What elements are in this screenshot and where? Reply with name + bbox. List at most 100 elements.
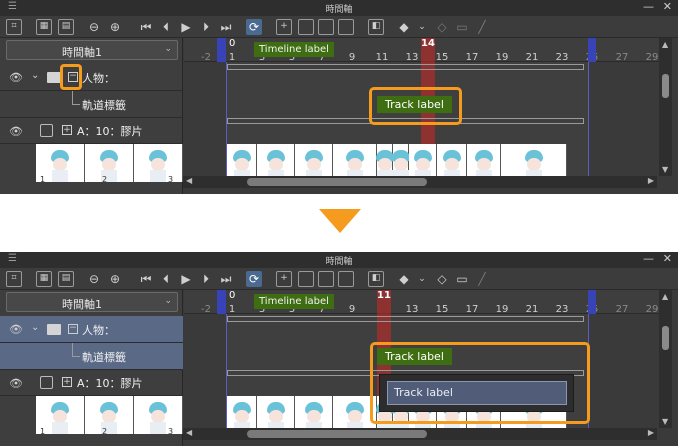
timeline-select-value: 時間軸1 bbox=[62, 298, 102, 311]
scroll-down-icon[interactable]: ▼ bbox=[662, 417, 668, 426]
paste-cel-icon[interactable] bbox=[318, 19, 334, 35]
copy-cel-icon[interactable] bbox=[298, 271, 314, 287]
loop-icon[interactable]: ⟳ bbox=[246, 19, 262, 35]
timeline-panel-before: ☰ 時間軸 — ✕ ⌗ ▦ ▤ ⊖ ⊕ ⏮ ⏴ ▶ ⏵ ⏭ ⟳ + ◧ ◆ ⌄ … bbox=[0, 0, 678, 194]
frame-list-icon[interactable]: ▦ bbox=[36, 19, 52, 35]
add-frame-icon[interactable]: ▤ bbox=[58, 19, 74, 35]
expand-icon[interactable]: + bbox=[62, 125, 72, 135]
zoom-in-icon[interactable]: ⊕ bbox=[107, 19, 123, 35]
new-timeline-icon[interactable]: ⌗ bbox=[6, 19, 22, 35]
collapse-icon[interactable]: − bbox=[68, 324, 78, 334]
expand-icon[interactable]: + bbox=[62, 377, 72, 387]
last-frame-icon[interactable]: ⏭ bbox=[218, 271, 234, 287]
timeline-select[interactable]: 時間軸1 ⌄ bbox=[6, 292, 178, 312]
label-add-icon[interactable]: ◇ bbox=[434, 271, 450, 287]
track-row-label[interactable]: 軌道標籤 bbox=[0, 343, 183, 370]
new-cel-icon[interactable]: + bbox=[276, 271, 292, 287]
ruler-tick-label: 21 bbox=[525, 52, 539, 63]
track-row-folder[interactable]: 👁 ⌄ − 人物： bbox=[0, 316, 183, 343]
loop-icon[interactable]: ⟳ bbox=[246, 271, 262, 287]
add-frame-icon[interactable]: ▤ bbox=[58, 271, 74, 287]
label-delete-icon[interactable]: ╱ bbox=[474, 271, 490, 287]
track-row-label[interactable]: 軌道標籤 bbox=[0, 91, 183, 118]
eye-icon[interactable]: 👁 bbox=[9, 323, 23, 336]
timeline-select[interactable]: 時間軸1 ⌄ bbox=[6, 40, 178, 60]
prev-frame-icon[interactable]: ⏴ bbox=[158, 19, 174, 35]
timeline-label[interactable]: Timeline label bbox=[254, 42, 334, 57]
scroll-left-icon[interactable]: ◀ bbox=[186, 428, 192, 437]
new-cel-icon[interactable]: + bbox=[276, 19, 292, 35]
folder-range-bar bbox=[227, 64, 584, 70]
toolbar: ⌗ ▦ ▤ ⊖ ⊕ ⏮ ⏴ ▶ ⏵ ⏭ ⟳ + ◧ ◆ ⌄ ◇ ▭ ╱ bbox=[0, 16, 678, 38]
scroll-thumb[interactable] bbox=[247, 178, 427, 186]
scroll-up-icon[interactable]: ▲ bbox=[662, 292, 668, 301]
ruler-tick-label: 19 bbox=[495, 52, 509, 63]
timeline-label[interactable]: Timeline label bbox=[254, 294, 334, 309]
vertical-scrollbar[interactable]: ▲ ▼ bbox=[659, 290, 672, 428]
scroll-right-icon[interactable]: ▶ bbox=[648, 176, 654, 185]
dropdown-icon[interactable]: ⌄ bbox=[414, 19, 430, 35]
copy-cel-icon[interactable] bbox=[298, 19, 314, 35]
scroll-right-icon[interactable]: ▶ bbox=[648, 428, 654, 437]
last-frame-icon[interactable]: ⏭ bbox=[218, 19, 234, 35]
paste-cel-icon[interactable] bbox=[318, 271, 334, 287]
scroll-thumb[interactable] bbox=[247, 430, 427, 438]
prev-frame-icon[interactable]: ⏴ bbox=[158, 271, 174, 287]
delete-cel-icon[interactable] bbox=[338, 19, 354, 35]
label-icon[interactable]: ◆ bbox=[396, 19, 412, 35]
scroll-thumb[interactable] bbox=[662, 74, 669, 98]
ruler-tick-label: 15 bbox=[435, 304, 449, 315]
ruler-tick-label: -2 bbox=[201, 304, 211, 315]
track-row-cel[interactable]: 👁 + A：10：膠片 bbox=[0, 118, 183, 144]
first-frame-icon[interactable]: ⏮ bbox=[138, 271, 154, 287]
zoom-in-icon[interactable]: ⊕ bbox=[107, 271, 123, 287]
minimize-icon[interactable]: — bbox=[643, 252, 654, 265]
minimize-icon[interactable]: — bbox=[643, 0, 654, 13]
folder-name: 人物： bbox=[82, 324, 115, 337]
window-title: 時間軸 bbox=[325, 257, 353, 267]
close-icon[interactable]: ✕ bbox=[663, 0, 672, 13]
label-edit-icon[interactable]: ▭ bbox=[454, 271, 470, 287]
eye-icon[interactable]: 👁 bbox=[9, 377, 23, 390]
eye-icon[interactable]: 👁 bbox=[9, 71, 23, 84]
scroll-thumb[interactable] bbox=[662, 326, 669, 350]
dropdown-icon[interactable]: ⌄ bbox=[414, 271, 430, 287]
scroll-left-icon[interactable]: ◀ bbox=[186, 176, 192, 185]
close-icon[interactable]: ✕ bbox=[663, 252, 672, 265]
onion-skin-icon[interactable]: ◧ bbox=[368, 271, 384, 287]
label-add-icon[interactable]: ◇ bbox=[434, 19, 450, 35]
chevron-down-icon[interactable]: ⌄ bbox=[31, 322, 39, 333]
next-frame-icon[interactable]: ⏵ bbox=[198, 271, 214, 287]
timeline-select-value: 時間軸1 bbox=[62, 46, 102, 59]
frame-list-icon[interactable]: ▦ bbox=[36, 271, 52, 287]
label-edit-icon[interactable]: ▭ bbox=[454, 19, 470, 35]
first-frame-icon[interactable]: ⏮ bbox=[138, 19, 154, 35]
play-icon[interactable]: ▶ bbox=[178, 19, 194, 35]
next-frame-icon[interactable]: ⏵ bbox=[198, 19, 214, 35]
thumbnail bbox=[134, 396, 183, 434]
end-marker bbox=[588, 290, 596, 314]
chevron-down-icon: ⌄ bbox=[164, 296, 172, 306]
timeline-area: -213579131517192123252729 0 Timeline lab… bbox=[184, 290, 678, 446]
thumb-frame-number: 1 bbox=[40, 427, 46, 436]
zoom-out-icon[interactable]: ⊖ bbox=[86, 19, 102, 35]
track-row-folder[interactable]: 👁 ⌄ − 人物： bbox=[0, 64, 183, 91]
play-icon[interactable]: ▶ bbox=[178, 271, 194, 287]
scroll-down-icon[interactable]: ▼ bbox=[662, 165, 668, 174]
horizontal-scrollbar[interactable]: ◀ ▶ bbox=[183, 428, 657, 440]
label-icon[interactable]: ◆ bbox=[396, 271, 412, 287]
horizontal-scrollbar[interactable]: ◀ ▶ bbox=[183, 176, 657, 188]
eye-icon[interactable]: 👁 bbox=[9, 125, 23, 138]
zoom-out-icon[interactable]: ⊖ bbox=[86, 271, 102, 287]
delete-cel-icon[interactable] bbox=[338, 271, 354, 287]
chevron-down-icon[interactable]: ⌄ bbox=[31, 70, 39, 81]
cel-track-name: A：10：膠片 bbox=[77, 125, 143, 138]
scroll-up-icon[interactable]: ▲ bbox=[662, 40, 668, 49]
vertical-scrollbar[interactable]: ▲ ▼ bbox=[659, 38, 672, 176]
label-delete-icon[interactable]: ╱ bbox=[474, 19, 490, 35]
new-timeline-icon[interactable]: ⌗ bbox=[6, 271, 22, 287]
track-list: 時間軸1 ⌄ 👁 ⌄ − 人物： 軌道標籤 👁 + A：10：膠片 1 2 3 bbox=[0, 290, 183, 446]
onion-skin-icon[interactable]: ◧ bbox=[368, 19, 384, 35]
track-row-cel[interactable]: 👁 + A：10：膠片 bbox=[0, 370, 183, 396]
thumb-frame-number: 1 bbox=[40, 175, 46, 184]
